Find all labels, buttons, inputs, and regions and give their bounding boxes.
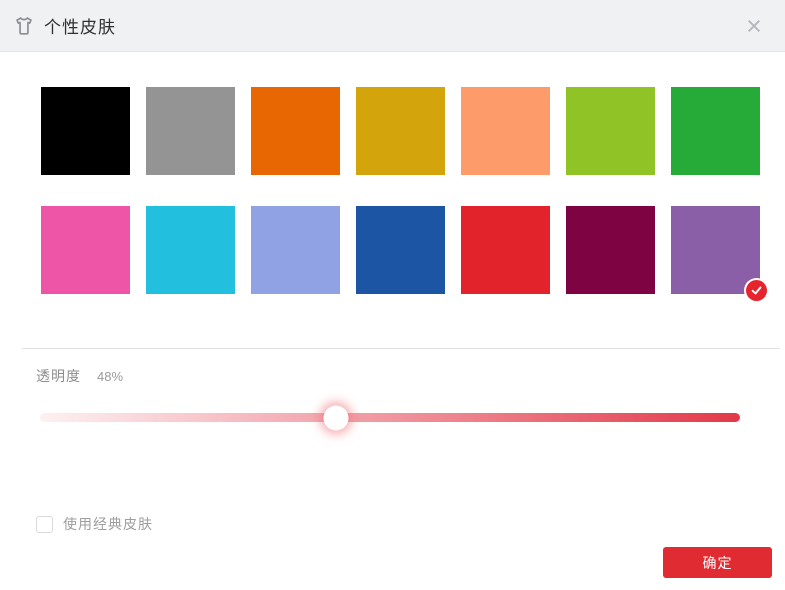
color-swatch-12[interactable]: [566, 206, 655, 294]
dialog-title: 个性皮肤: [44, 18, 116, 37]
divider: [22, 348, 780, 349]
tshirt-icon: [16, 16, 32, 35]
transparency-slider-handle[interactable]: [323, 405, 349, 430]
transparency-slider-track[interactable]: [40, 405, 740, 430]
confirm-button[interactable]: 确定: [663, 547, 772, 578]
color-grid: [41, 87, 767, 301]
selected-check-icon: [746, 280, 767, 301]
color-swatch-8[interactable]: [146, 206, 235, 294]
close-icon[interactable]: ×: [733, 0, 775, 52]
color-swatch-6[interactable]: [671, 87, 760, 175]
transparency-label: 透明度: [36, 368, 81, 384]
classic-skin-option[interactable]: 使用经典皮肤: [36, 514, 153, 534]
skin-dialog: 个性皮肤 × 透明度 48% 使用经典皮肤 确定: [0, 0, 785, 590]
classic-skin-label: 使用经典皮肤: [63, 516, 153, 532]
color-swatch-4[interactable]: [461, 87, 550, 175]
transparency-value: 48%: [97, 369, 124, 384]
transparency-row: 透明度 48%: [36, 366, 123, 386]
color-swatch-11[interactable]: [461, 206, 550, 294]
color-swatch-13[interactable]: [671, 206, 767, 301]
color-swatch-3[interactable]: [356, 87, 445, 175]
color-swatch-2[interactable]: [251, 87, 340, 175]
color-swatch-10[interactable]: [356, 206, 445, 294]
dialog-header: 个性皮肤 ×: [0, 0, 785, 52]
color-swatch-5[interactable]: [566, 87, 655, 175]
classic-skin-checkbox[interactable]: [36, 515, 53, 533]
color-swatch-1[interactable]: [146, 87, 235, 175]
color-swatch-9[interactable]: [251, 206, 340, 294]
color-swatch-7[interactable]: [41, 206, 130, 294]
color-swatch-0[interactable]: [41, 87, 130, 175]
